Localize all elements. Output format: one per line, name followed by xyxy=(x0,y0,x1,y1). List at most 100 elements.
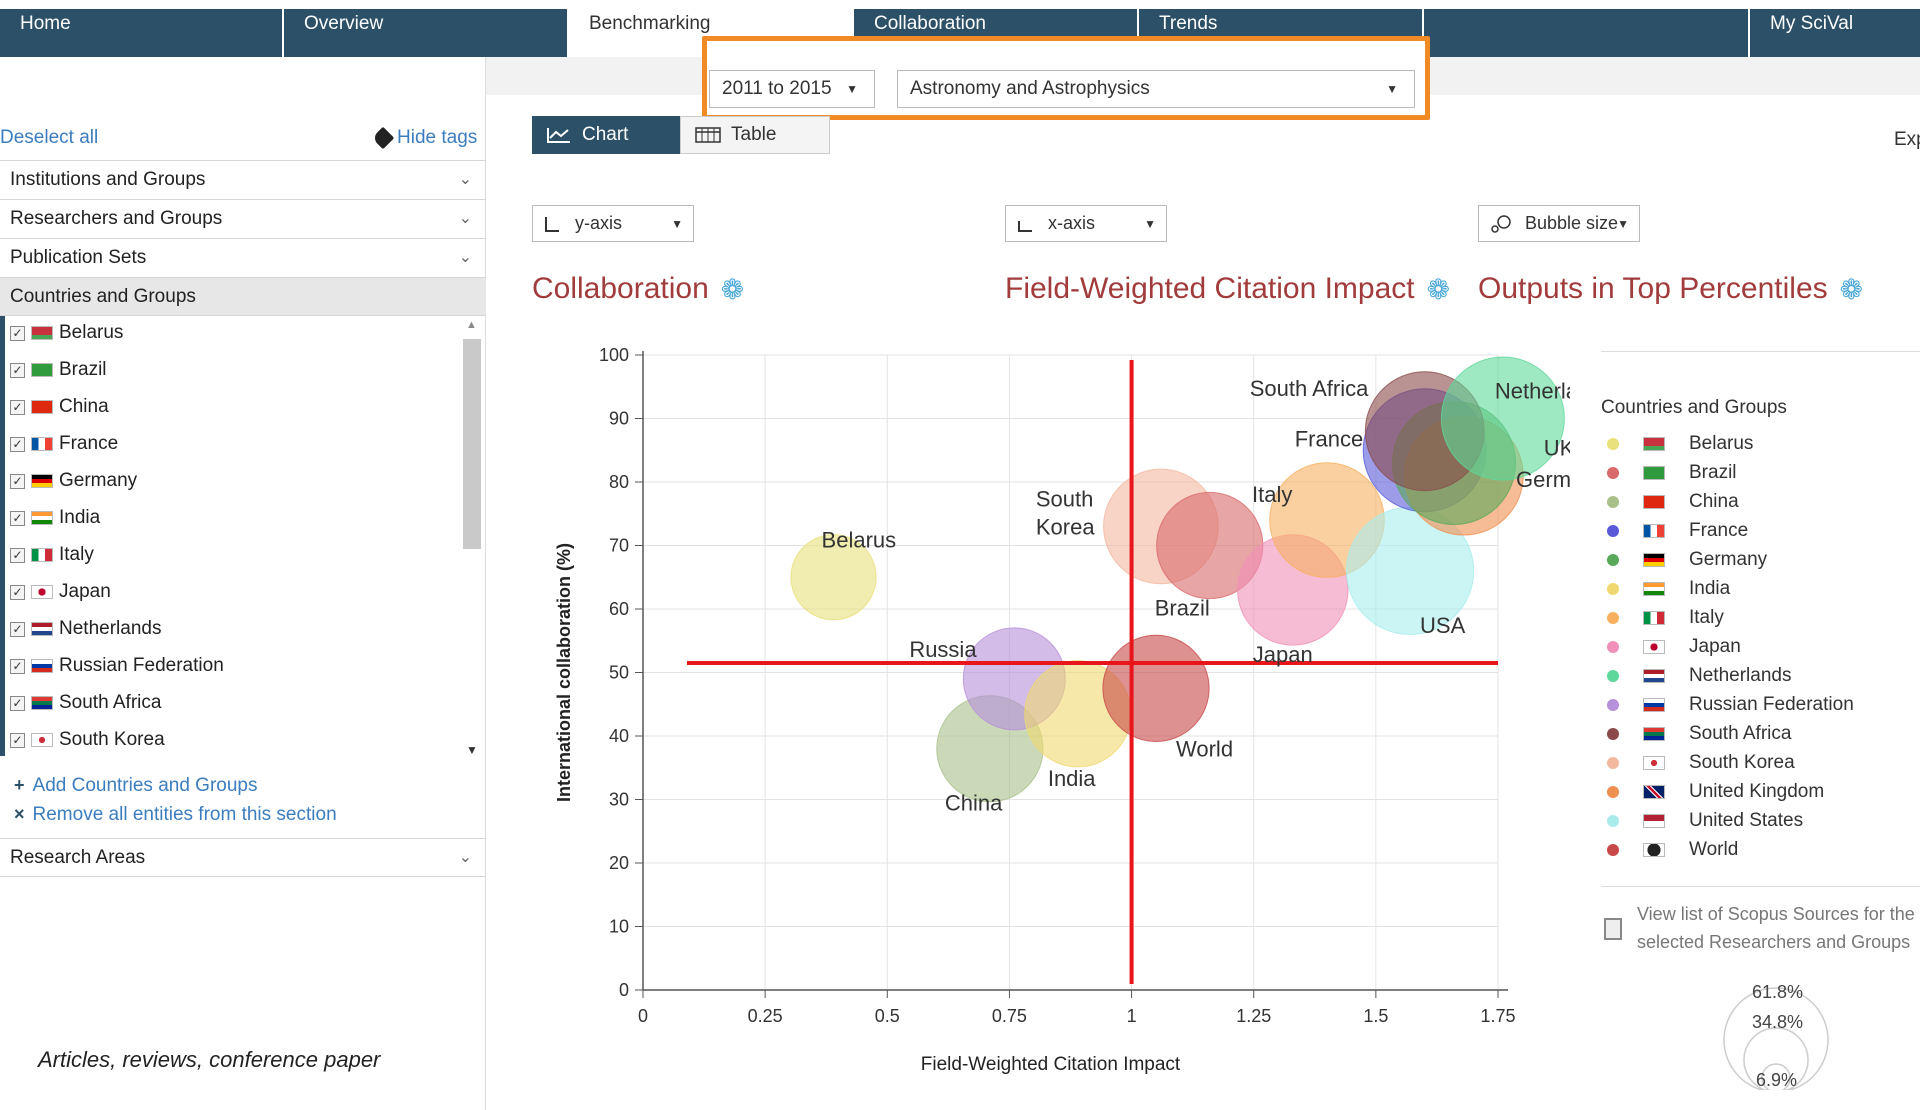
add-countries-link[interactable]: + Add Countries and Groups xyxy=(14,775,257,797)
checkbox[interactable]: ✓ xyxy=(10,510,25,526)
country-item[interactable]: ✓ Germany xyxy=(10,466,137,496)
bubble-metric-title: Outputs in Top Percentiles ❁ xyxy=(1478,272,1863,306)
country-item[interactable]: ✓ Brazil xyxy=(10,355,107,385)
legend-item[interactable]: Germany xyxy=(1601,546,1767,574)
scroll-thumb[interactable] xyxy=(463,339,481,549)
x-metric-label[interactable]: Field-Weighted Citation Impact xyxy=(1005,272,1415,306)
country-item[interactable]: ✓ Netherlands xyxy=(10,614,161,644)
bubble-size-select[interactable]: Bubble size ▼ xyxy=(1478,205,1640,242)
percentile-top: 61.8% xyxy=(1752,982,1804,1002)
tab-my-scival[interactable]: My SciVal xyxy=(1750,9,1920,57)
section-institutions[interactable]: Institutions and Groups ⌄ xyxy=(0,160,486,199)
legend-label: South Korea xyxy=(1689,752,1795,773)
table-view-label: Table xyxy=(731,124,777,145)
country-item[interactable]: ✓ India xyxy=(10,503,100,533)
country-item[interactable]: ✓ Russian Federation xyxy=(10,651,224,681)
legend-item[interactable]: United Kingdom xyxy=(1601,778,1824,806)
bubble-label: Japan xyxy=(1253,642,1313,667)
bubble-metric-label[interactable]: Outputs in Top Percentiles xyxy=(1478,272,1828,306)
remove-all-link[interactable]: × Remove all entities from this section xyxy=(14,804,337,826)
tab-overview[interactable]: Overview xyxy=(284,9,569,57)
legend-item[interactable]: South Africa xyxy=(1601,720,1791,748)
checkbox[interactable]: ✓ xyxy=(10,325,25,341)
checkbox[interactable]: ✓ xyxy=(10,732,25,748)
bubble-label: South Korea xyxy=(1036,486,1095,539)
country-label: Russian Federation xyxy=(59,655,224,676)
legend-label: Netherlands xyxy=(1689,665,1792,686)
legend-item[interactable]: South Korea xyxy=(1601,749,1795,777)
checkbox[interactable]: ✓ xyxy=(10,547,25,563)
section-countries[interactable]: Countries and Groups xyxy=(0,277,486,316)
checkbox[interactable]: ✓ xyxy=(10,621,25,637)
country-item[interactable]: ✓ Japan xyxy=(10,577,111,607)
bubble-label: UK xyxy=(1544,436,1570,461)
scopus-sources-link[interactable]: View list of Scopus Sources for the sele… xyxy=(1637,900,1920,956)
section-research-areas[interactable]: Research Areas ⌄ xyxy=(0,838,486,877)
legend-item[interactable]: Belarus xyxy=(1601,430,1753,458)
subject-area-value: Astronomy and Astrophysics xyxy=(910,78,1150,99)
year-range-select[interactable]: 2011 to 2015 ▼ xyxy=(709,70,875,108)
legend-item[interactable]: Brazil xyxy=(1601,459,1737,487)
legend-dot xyxy=(1607,786,1619,798)
deselect-all-link[interactable]: Deselect all xyxy=(0,127,98,149)
gear-icon[interactable]: ❁ xyxy=(721,273,744,306)
checkbox[interactable]: ✓ xyxy=(10,695,25,711)
y-axis-select[interactable]: y-axis ▼ xyxy=(532,205,694,242)
section-label: Countries and Groups xyxy=(10,286,196,307)
country-item[interactable]: ✓ South Africa xyxy=(10,688,161,718)
checkbox[interactable]: ✓ xyxy=(10,473,25,489)
flag-icon xyxy=(31,622,53,636)
section-label: Publication Sets xyxy=(10,247,147,268)
legend-item[interactable]: India xyxy=(1601,575,1730,603)
legend-item[interactable]: Italy xyxy=(1601,604,1724,632)
checkbox[interactable]: ✓ xyxy=(10,436,25,452)
chart-view-button[interactable]: Chart xyxy=(532,116,680,154)
section-label: Institutions and Groups xyxy=(10,169,206,190)
legend-item[interactable]: Netherlands xyxy=(1601,662,1791,690)
legend-item[interactable]: France xyxy=(1601,517,1748,545)
y-metric-label[interactable]: Collaboration xyxy=(532,272,709,306)
legend-label: China xyxy=(1689,491,1739,512)
legend-dot xyxy=(1607,641,1619,653)
section-publication-sets[interactable]: Publication Sets ⌄ xyxy=(0,238,486,277)
checkbox[interactable]: ✓ xyxy=(10,658,25,674)
country-item[interactable]: ✓ South Korea xyxy=(10,725,165,755)
gear-icon[interactable]: ❁ xyxy=(1840,273,1863,306)
country-label: Italy xyxy=(59,544,94,565)
checkbox[interactable]: ✓ xyxy=(10,399,25,415)
legend-label: World xyxy=(1689,839,1739,860)
country-label: South Africa xyxy=(59,692,162,713)
x-tick-label: 1.75 xyxy=(1480,1006,1515,1026)
tab-home[interactable]: Home xyxy=(0,9,284,57)
legend-item[interactable]: China xyxy=(1601,488,1739,516)
flag-icon xyxy=(31,363,53,377)
country-item[interactable]: ✓ China xyxy=(10,392,109,422)
checkbox[interactable]: ✓ xyxy=(10,362,25,378)
export-link[interactable]: Exp xyxy=(1894,129,1920,151)
table-view-button[interactable]: Table xyxy=(680,116,830,154)
country-list-scrollbar[interactable]: ▲ ▼ xyxy=(463,319,481,757)
legend-label: Russian Federation xyxy=(1689,694,1854,715)
country-item[interactable]: ✓ Italy xyxy=(10,540,94,570)
legend-label: Brazil xyxy=(1689,462,1737,483)
legend-item[interactable]: Japan xyxy=(1601,633,1741,661)
country-item[interactable]: ✓ Belarus xyxy=(10,318,123,348)
y-tick-label: 80 xyxy=(609,472,629,492)
gear-icon[interactable]: ❁ xyxy=(1427,273,1450,306)
section-researchers[interactable]: Researchers and Groups ⌄ xyxy=(0,199,486,238)
scroll-down-icon[interactable]: ▼ xyxy=(466,743,478,757)
legend-item[interactable]: United States xyxy=(1601,807,1803,835)
flag-icon xyxy=(1643,669,1665,683)
dropdown-arrow-icon: ▼ xyxy=(671,216,683,231)
x-axis-select[interactable]: x-axis ▼ xyxy=(1005,205,1167,242)
hide-tags-link[interactable]: Hide tags xyxy=(371,126,477,150)
country-item[interactable]: ✓ France xyxy=(10,429,118,459)
legend-item[interactable]: Russian Federation xyxy=(1601,691,1854,719)
checkbox[interactable]: ✓ xyxy=(10,584,25,600)
x-tick-label: 0 xyxy=(638,1006,648,1026)
subject-area-select[interactable]: Astronomy and Astrophysics ▼ xyxy=(897,70,1415,108)
legend-item[interactable]: World xyxy=(1601,836,1738,864)
country-label: Brazil xyxy=(59,359,107,380)
scroll-up-icon[interactable]: ▲ xyxy=(466,319,477,331)
country-label: Japan xyxy=(59,581,111,602)
